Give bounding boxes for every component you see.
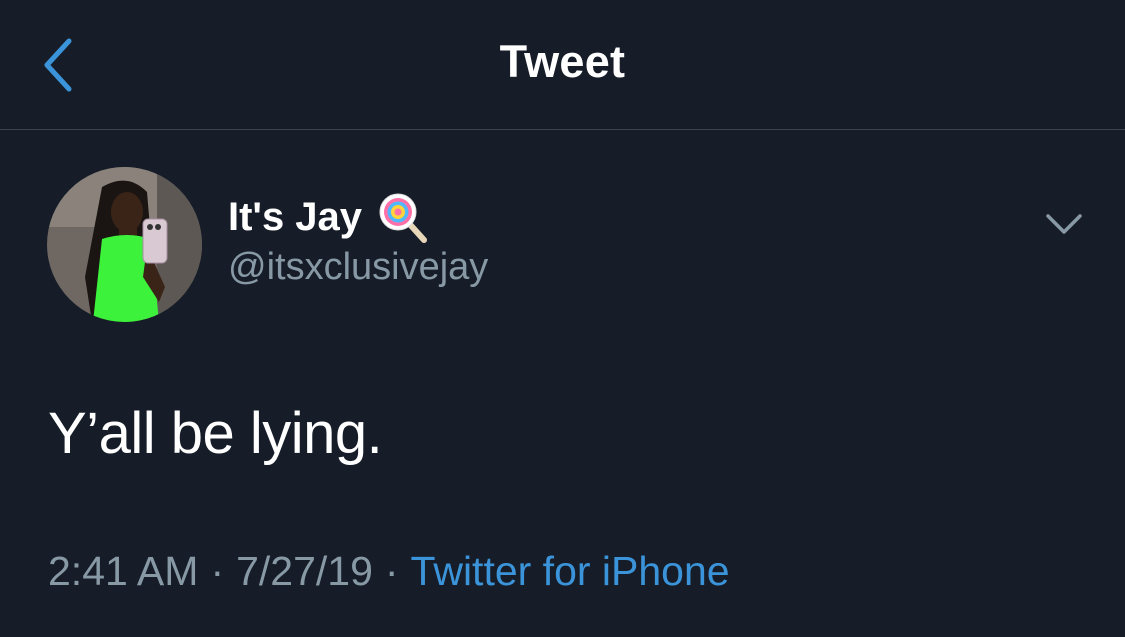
separator-dot: · [210,548,225,594]
chevron-down-icon [1046,214,1082,234]
author-display-name[interactable]: It's Jay [228,190,430,244]
tweet-metadata: 2:41 AM · 7/27/19 · Twitter for iPhone [48,548,730,595]
author-handle[interactable]: @itsxclusivejay [228,246,488,289]
avatar[interactable] [47,167,202,322]
navigation-bar: Tweet [0,0,1125,130]
tweet-detail-screen: Tweet It's Jay @itsxclusivejay Y’all be … [0,0,1125,637]
page-title: Tweet [499,36,626,87]
tweet-date: 7/27/19 [236,548,373,594]
tweet-time: 2:41 AM [48,548,199,594]
avatar-photo [47,167,202,322]
lollipop-icon [376,190,430,244]
tweet-options-button[interactable] [1040,200,1088,248]
display-name-text: It's Jay [228,194,363,239]
tweet-text: Y’all be lying. [48,401,383,466]
separator-dot: · [384,548,399,594]
tweet-source-link[interactable]: Twitter for iPhone [411,548,730,594]
